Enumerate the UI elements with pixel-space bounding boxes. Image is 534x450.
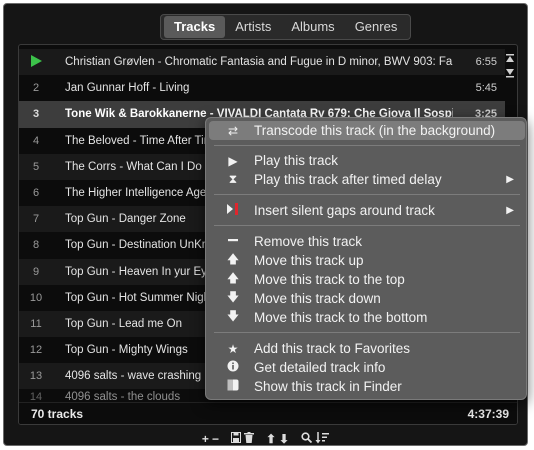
sort-icon[interactable] xyxy=(315,431,330,447)
transcode-icon: ⇄ xyxy=(227,123,239,138)
move-up-button[interactable]: ⬆ xyxy=(266,432,276,446)
trash-icon[interactable] xyxy=(243,432,254,446)
menu-item-move-bottom[interactable]: 🡇 Move this track to the bottom xyxy=(206,308,526,327)
menu-item-label: Move this track to the top xyxy=(254,272,405,287)
info-icon xyxy=(226,360,240,375)
arrow-up-icon: 🡅 xyxy=(226,252,240,266)
menu-item-label: Add this track to Favorites xyxy=(254,341,411,356)
menu-item-play[interactable]: ▶ Play this track xyxy=(206,151,526,170)
menu-item-label: Transcode this track (in the background) xyxy=(254,123,496,138)
menu-separator xyxy=(214,145,520,146)
track-number: 3 xyxy=(32,108,40,121)
menu-separator xyxy=(214,194,520,195)
menu-item-play-delay[interactable]: ⧗ Play this track after timed delay ▶ xyxy=(206,170,526,189)
minus-icon xyxy=(226,234,240,249)
track-number: 11 xyxy=(30,317,42,330)
menu-item-info[interactable]: Get detailed track info xyxy=(206,358,526,377)
tab-genres[interactable]: Genres xyxy=(345,16,408,38)
menu-item-move-down[interactable]: 🡇 Move this track down xyxy=(206,289,526,308)
menu-item-remove[interactable]: Remove this track xyxy=(206,232,526,251)
menu-item-label: Remove this track xyxy=(254,234,363,249)
tab-albums[interactable]: Albums xyxy=(281,16,344,38)
move-down-button[interactable]: ⬇ xyxy=(279,432,289,446)
menu-item-favorites[interactable]: ★ Add this track to Favorites xyxy=(206,339,526,358)
submenu-arrow-icon: ▶ xyxy=(506,174,514,185)
star-icon: ★ xyxy=(227,341,239,356)
menu-item-finder[interactable]: Show this track in Finder xyxy=(206,377,526,396)
track-number: 9 xyxy=(32,265,40,278)
submenu-arrow-icon: ▶ xyxy=(506,205,514,216)
menu-item-move-top[interactable]: 🡅 Move this track to the top xyxy=(206,270,526,289)
menu-item-label: Insert silent gaps around track xyxy=(254,203,435,218)
track-title: Christian Grøvlen - Chromatic Fantasia a… xyxy=(65,56,453,69)
track-number: 8 xyxy=(32,239,40,252)
menu-separator xyxy=(214,332,520,333)
insert-gap-icon xyxy=(226,203,240,218)
menu-item-label: Play this track after timed delay xyxy=(254,172,442,187)
view-tab-bar: Tracks Artists Albums Genres xyxy=(160,14,412,40)
menu-item-label: Show this track in Finder xyxy=(254,379,402,394)
track-duration: 6:55 xyxy=(475,56,497,69)
track-number: 6 xyxy=(32,187,40,200)
menu-item-insert-gaps[interactable]: Insert silent gaps around track ▶ xyxy=(206,201,526,220)
arrow-down-icon: 🡇 xyxy=(226,290,240,304)
add-button[interactable]: + xyxy=(202,432,209,446)
hourglass-icon: ⧗ xyxy=(228,172,238,186)
menu-item-transcode[interactable]: ⇄ Transcode this track (in the backgroun… xyxy=(209,121,525,140)
menu-separator xyxy=(214,225,520,226)
menu-item-label: Move this track up xyxy=(254,253,364,268)
tab-tracks[interactable]: Tracks xyxy=(164,16,226,38)
track-row[interactable]: Christian Grøvlen - Chromatic Fantasia a… xyxy=(19,49,505,76)
menu-item-label: Get detailed track info xyxy=(254,360,386,375)
total-duration: 4:37:39 xyxy=(467,406,509,421)
menu-item-label: Move this track down xyxy=(254,291,381,306)
track-number: 7 xyxy=(32,213,40,226)
track-context-menu: ⇄ Transcode this track (in the backgroun… xyxy=(205,117,527,400)
arrow-down-icon: 🡇 xyxy=(226,309,240,323)
search-icon[interactable] xyxy=(301,432,313,446)
track-number: 4 xyxy=(32,134,40,147)
remove-button[interactable]: − xyxy=(212,432,219,446)
track-number: 2 xyxy=(32,82,40,95)
track-number: 12 xyxy=(29,344,43,357)
finder-icon xyxy=(226,379,240,394)
play-icon: ▶ xyxy=(228,153,238,168)
track-number: 5 xyxy=(32,160,40,173)
menu-item-move-up[interactable]: 🡅 Move this track up xyxy=(206,251,526,270)
track-count: 70 tracks xyxy=(31,406,84,421)
now-playing-icon xyxy=(19,54,53,70)
track-duration: 5:45 xyxy=(475,82,497,95)
menu-item-label: Move this track to the bottom xyxy=(254,310,428,325)
track-title: Jan Gunnar Hoff - Living xyxy=(65,82,190,95)
track-row[interactable]: 2 Jan Gunnar Hoff - Living 5:45 xyxy=(19,75,505,101)
track-list-footer: 70 tracks 4:37:39 xyxy=(19,402,517,424)
menu-item-label: Play this track xyxy=(254,153,339,168)
track-number: 10 xyxy=(29,291,43,304)
track-number: 13 xyxy=(29,370,43,383)
bottom-toolbar: + − ⬆ ⬇ xyxy=(4,430,527,448)
tab-artists[interactable]: Artists xyxy=(225,16,281,38)
scroll-to-top-icon[interactable] xyxy=(504,54,516,66)
arrow-up-icon: 🡅 xyxy=(226,271,240,285)
scroll-to-bottom-icon[interactable] xyxy=(504,68,516,80)
save-icon[interactable] xyxy=(230,432,241,446)
